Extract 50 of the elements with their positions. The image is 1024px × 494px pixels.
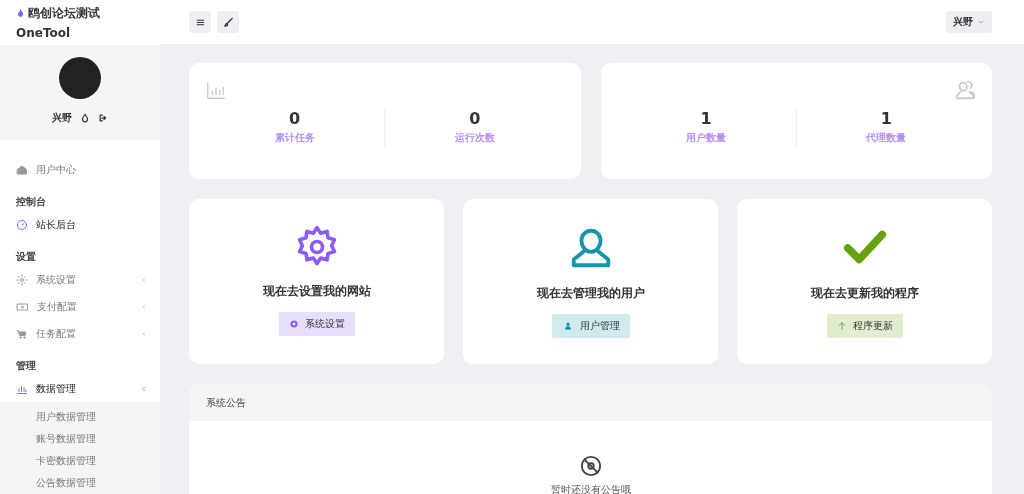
action-card-title: 现在去更新我的程序	[810, 285, 919, 302]
nav-subitem[interactable]: 账号数据管理	[0, 428, 160, 450]
nav-menu-item[interactable]: 任务配置	[0, 320, 160, 347]
nav-subitem[interactable]: 用户数据管理	[0, 406, 160, 428]
nav-menu-item[interactable]: 支付配置	[0, 293, 160, 320]
bar-chart-icon	[205, 79, 227, 101]
chevron-left-icon	[140, 275, 148, 284]
stat-label: 用户数量	[686, 131, 727, 145]
double-chevron-down-icon	[140, 384, 148, 393]
action-button[interactable]: 用户管理	[551, 314, 630, 338]
nav-section-heading: 管理	[15, 359, 37, 373]
app-name: OneTool	[16, 26, 72, 40]
chevron-down-icon	[977, 18, 985, 26]
nav-section-heading: 控制台	[15, 195, 47, 209]
nav-item[interactable]: 用户中心	[0, 156, 160, 183]
nav-menu-item[interactable]: 数据管理	[0, 375, 160, 402]
nav-item[interactable]: 站长后台	[0, 211, 160, 238]
stat-value: 0	[289, 109, 301, 128]
stat-label: 代理数量	[866, 131, 907, 145]
stat-label: 运行次数	[454, 131, 495, 145]
avatar	[59, 57, 101, 99]
action-card-title: 现在去管理我的用户	[536, 285, 645, 302]
empty-message: 暂时还没有公告哦	[550, 483, 631, 494]
user-menu-button[interactable]: 兴野	[946, 11, 992, 33]
stat-value: 0	[469, 109, 481, 128]
action-button[interactable]: 程序更新	[826, 314, 903, 338]
home-icon	[16, 163, 28, 176]
menu-button[interactable]	[189, 11, 211, 33]
site-title: 鸥创论坛测试	[28, 5, 100, 22]
nav-subitem[interactable]: 公告数据管理	[0, 472, 160, 494]
up-arrow-icon	[836, 321, 847, 331]
user-name: 兴野	[51, 111, 72, 125]
gauge-icon	[16, 218, 28, 231]
stat-value: 1	[700, 109, 712, 128]
nav-section-heading: 设置	[15, 250, 37, 264]
nav-subitem[interactable]: 卡密数据管理	[0, 450, 160, 472]
stat-label: 累计任务	[274, 131, 315, 145]
brush-icon	[222, 16, 234, 28]
action-card-title: 现在去设置我的网站	[262, 283, 371, 300]
action-button[interactable]: 系统设置	[278, 312, 355, 336]
stat-value: 1	[880, 109, 892, 128]
disc-icon	[579, 455, 602, 477]
cart-icon	[16, 327, 28, 340]
announcement-title: 系统公告	[206, 395, 246, 410]
chevron-left-icon	[140, 329, 148, 338]
nav-menu-item[interactable]: 系统设置	[0, 266, 160, 293]
money-icon	[16, 300, 29, 313]
brush-button[interactable]	[217, 11, 239, 33]
logout-icon	[97, 113, 109, 123]
chevron-left-icon	[140, 302, 148, 311]
